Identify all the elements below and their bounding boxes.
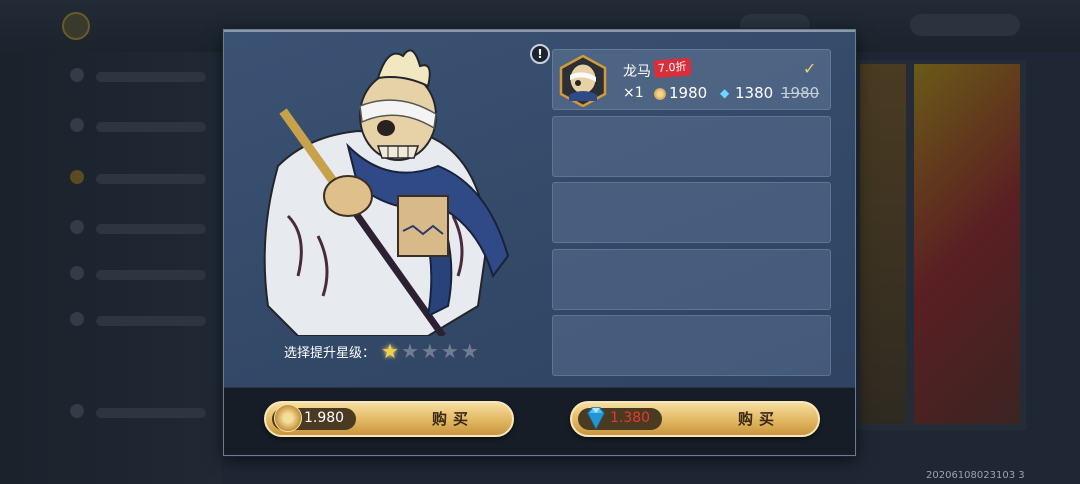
buy-with-coins-button[interactable]: 1.980 购买 (264, 401, 514, 437)
buy-button-label: 购买 (432, 410, 475, 428)
item-slot-empty (552, 116, 831, 177)
background-sidebar-icon (70, 312, 84, 326)
background-pill (910, 14, 1020, 36)
gem-icon (587, 407, 605, 430)
gem-price-pill: 1.380 (578, 407, 662, 430)
coin-price: 1980 (669, 84, 708, 102)
star-icon[interactable]: ★ (441, 341, 459, 361)
buy-coin-amount: 1.980 (304, 410, 345, 426)
buy-button-label: 购买 (738, 410, 781, 428)
star-selector-label: 选择提升星级： (284, 345, 376, 361)
background-card (860, 64, 906, 424)
star-selector: 选择提升星级： ★ ★ ★ ★ ★ (284, 341, 481, 361)
star-icon[interactable]: ★ (381, 341, 399, 361)
character-avatar (559, 55, 607, 107)
character-illustration (263, 49, 510, 336)
coin-icon (654, 88, 666, 100)
discount-badge: 7.0折 (653, 57, 692, 79)
background-sidebar-item (96, 270, 206, 280)
item-slot-empty (552, 249, 831, 310)
background-sidebar-icon (70, 170, 84, 184)
purchase-modal: ! 选择提升星级： ★ ★ ★ ★ ★ 龙马 7.0折 ✓ ×1 1980 ◆ … (223, 29, 856, 456)
gem-icon: ◆ (720, 86, 730, 100)
timestamp: 20206108023103 3 (926, 470, 1025, 481)
background-sidebar-icon (70, 118, 84, 132)
background-logo (62, 12, 90, 40)
background-sidebar-icon (70, 220, 84, 234)
coin-price-pill: 1.980 (272, 404, 356, 432)
background-sidebar-icon (70, 266, 84, 280)
coin-icon (274, 404, 302, 432)
background-sidebar-item (96, 174, 206, 184)
background-sidebar-item (96, 122, 206, 132)
star-icon[interactable]: ★ (461, 341, 479, 361)
gem-price: 1380 (735, 84, 774, 102)
modal-top-border (224, 30, 855, 32)
background-sidebar (0, 52, 222, 484)
background-sidebar-item (96, 224, 206, 234)
background-card (914, 64, 1020, 424)
background-sidebar-item (96, 316, 206, 326)
original-price: 1980 (781, 84, 820, 102)
star-icon[interactable]: ★ (421, 341, 439, 361)
item-quantity: ×1 (623, 85, 644, 101)
background-sidebar-icon (70, 404, 84, 418)
buy-with-gems-button[interactable]: 1.380 购买 (570, 401, 820, 437)
purchase-bar: 1.980 购买 1.380 购买 (224, 387, 855, 455)
item-slot-selected[interactable]: 龙马 7.0折 ✓ ×1 1980 ◆ 1380 1980 (552, 49, 831, 110)
background-sidebar-icon (70, 68, 84, 82)
item-name: 龙马 (623, 64, 651, 80)
check-icon: ✓ (803, 59, 817, 78)
star-icon[interactable]: ★ (401, 341, 419, 361)
background-sidebar-item (96, 72, 206, 82)
background-sidebar-item (96, 408, 206, 418)
buy-gem-amount: 1.380 (610, 410, 651, 426)
item-slot-empty (552, 182, 831, 243)
item-slot-empty (552, 315, 831, 376)
